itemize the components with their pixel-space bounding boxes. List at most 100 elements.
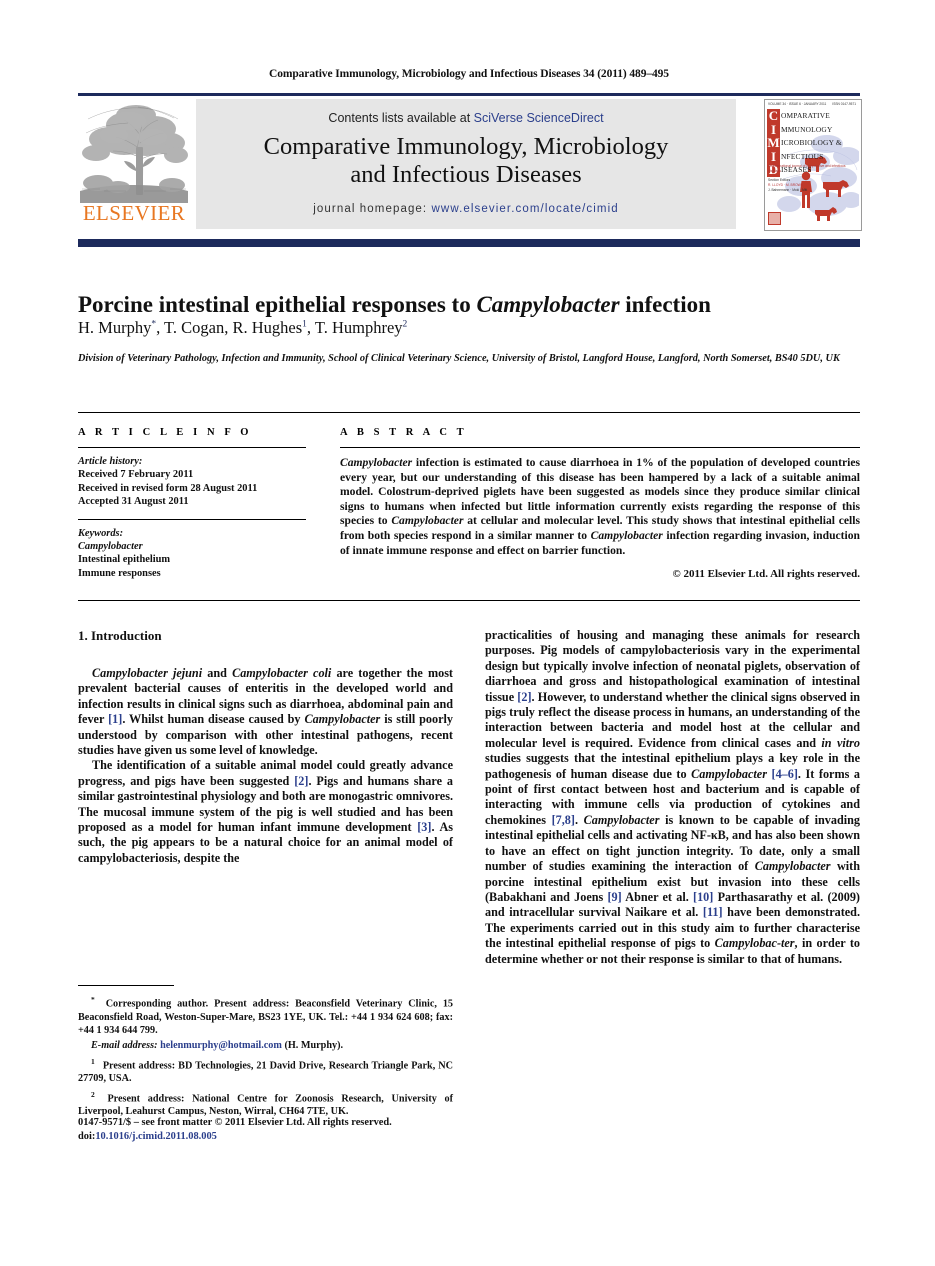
article-info-heading: A R T I C L E I N F O — [78, 427, 253, 438]
cover-letter-i2: I — [767, 149, 780, 163]
cover-word-infectious: NFECTIOUS — [781, 151, 824, 161]
title-part-2: infection — [619, 292, 711, 318]
journal-cover-thumbnail: VOLUME 34 · ISSUE 6 · JANUARY 2011 ISSN … — [764, 99, 862, 231]
abstract-italic-1: Campylobacter — [340, 456, 413, 469]
footnote-corresponding-author: * Corresponding author. Present address:… — [78, 993, 453, 1037]
italic-run: Campylobacter — [691, 766, 767, 781]
doi-label: doi: — [78, 1131, 96, 1142]
text-run: . However, to understand whether the cli… — [485, 689, 860, 750]
abstract-italic-3: Campylobacter — [590, 528, 663, 542]
author-1-mark: * — [151, 319, 157, 330]
italic-run: E-mail address: — [91, 1040, 158, 1052]
cover-issn: ISSN 0147-9571 — [832, 102, 856, 106]
abstract-panel-top-rule — [78, 412, 860, 413]
italic-run: Campylobacter coli — [232, 666, 332, 680]
abstract-column: A B S T R A C T Campylobacter infection … — [340, 427, 860, 580]
keyword-1: Campylobacter — [78, 541, 143, 553]
text-run: Abner et al. — [621, 889, 694, 904]
abstract-heading: A B S T R A C T — [340, 427, 468, 438]
email-link[interactable]: helenmurphy@hotmail.com — [160, 1040, 282, 1051]
abstract-italic-2: Campylobacter — [391, 514, 464, 528]
keywords-label: Keywords: — [78, 527, 124, 539]
footnote-1: 1 Present address: BD Technologies, 21 D… — [78, 1055, 453, 1086]
cover-publisher-mark — [768, 212, 781, 225]
cover-letter-c: C — [767, 108, 780, 123]
article-info-column: A R T I C L E I N F O Article history: R… — [78, 427, 306, 580]
journal-title-line-1: Comparative Immunology, Microbiology — [263, 133, 669, 160]
citation-link[interactable]: [4–6] — [772, 767, 798, 781]
text-run: . Whilst human disease caused by — [122, 712, 305, 727]
cover-letter-m: M — [767, 135, 780, 150]
footnote-email: E-mail address: helenmurphy@hotmail.com … — [78, 1039, 453, 1052]
footnote-2: 2 Present address: National Centre for Z… — [78, 1088, 453, 1119]
article-history-accepted: Accepted 31 August 2011 — [78, 496, 189, 508]
running-head: Comparative Immunology, Microbiology and… — [269, 68, 669, 80]
sciencedirect-link[interactable]: SciVerse ScienceDirect — [474, 111, 604, 125]
journal-homepage-line: journal homepage: www.elsevier.com/locat… — [196, 203, 736, 215]
article-info-rule — [78, 447, 306, 448]
italic-run: ter — [781, 936, 795, 951]
journal-masthead: ELSEVIER Contents lists available at Sci… — [78, 93, 862, 235]
footnote-marker: * — [91, 995, 95, 1004]
abstract-rule — [340, 447, 860, 448]
citation-link[interactable]: [2] — [294, 774, 308, 788]
abstract-copyright: © 2011 Elsevier Ltd. All rights reserved… — [672, 568, 860, 581]
author-4: T. Humphrey — [314, 318, 403, 337]
text-run: Present address: BD Technologies, 21 Dav… — [78, 1059, 454, 1085]
italic-run: Campylobacter — [754, 859, 831, 874]
abstract-panel-bottom-rule — [78, 600, 860, 601]
cover-word-comparative: OMPARATIVE — [781, 111, 830, 120]
text-run: (H. Murphy). — [281, 1040, 344, 1052]
footnote-separator-rule — [78, 985, 174, 986]
citation-link[interactable]: [11] — [703, 905, 723, 919]
footnote-marker: 2 — [91, 1089, 95, 1099]
text-run: Present address: National Centre for Zoo… — [78, 1092, 453, 1118]
masthead-bottom-bar — [78, 239, 860, 247]
article-history-label: Article history: — [78, 456, 143, 467]
journal-title-line-2: and Infectious Diseases — [350, 161, 582, 189]
article-history-block: Article history: Received 7 February 201… — [78, 455, 306, 509]
italic-run: Campylobacter — [583, 812, 660, 827]
cover-top-bar: VOLUME 34 · ISSUE 6 · JANUARY 2011 ISSN … — [765, 100, 859, 108]
cover-word-microbiology: ICROBIOLOGY & — [781, 138, 842, 147]
article-history-revised: Received in revised form 28 August 2011 — [78, 482, 258, 494]
author-list: H. Murphy*, T. Cogan, R. Hughes1, T. Hum… — [78, 318, 408, 337]
paragraph: Campylobacter jejuni and Campylobacter c… — [78, 666, 453, 758]
cover-editors: Section Editors R. LLOYD · M. BROWN J. B… — [768, 178, 828, 193]
citation-link[interactable]: [7,8] — [552, 813, 575, 827]
elsevier-tree-icon — [80, 99, 188, 203]
citation-link[interactable]: [2] — [517, 690, 531, 704]
cover-word-immunology: MMUNOLOGY — [781, 124, 833, 134]
journal-title: Comparative Immunology, Microbiology and… — [196, 133, 736, 190]
title-italic-genus: Campylobacter — [476, 292, 620, 318]
author-3: R. Hughes — [232, 318, 303, 337]
author-3-mark: 1 — [302, 319, 307, 330]
citation-link[interactable]: [3] — [417, 820, 431, 834]
paragraph: practicalities of housing and managing t… — [485, 628, 860, 967]
journal-homepage-link[interactable]: www.elsevier.com/locate/cimid — [432, 203, 619, 215]
citation-link[interactable]: [1] — [108, 712, 122, 726]
contents-lists-prefix: Contents lists available at — [328, 111, 474, 125]
italic-run: Campylobacter jejuni — [92, 666, 203, 680]
keyword-2: Intestinal epithelium — [78, 554, 171, 566]
section-heading-introduction: 1. Introduction — [78, 628, 162, 643]
title-part-1: Porcine intestinal epithelial responses … — [78, 292, 477, 318]
imprint-doi-line: doi:10.1016/j.cimid.2011.08.005 — [78, 1130, 453, 1144]
author-2: T. Cogan — [164, 318, 225, 337]
contents-lists-line: Contents lists available at SciVerse Sci… — [196, 111, 736, 125]
elsevier-wordmark: ELSEVIER — [82, 201, 186, 225]
body-column-right: practicalities of housing and managing t… — [485, 628, 860, 967]
author-4-mark: 2 — [402, 319, 408, 330]
article-history-received: Received 7 February 2011 — [78, 469, 194, 481]
cover-letter-i1: I — [767, 122, 780, 136]
text-run: and — [202, 666, 233, 680]
imprint-block: 0147-9571/$ – see front matter © 2011 El… — [78, 1116, 453, 1144]
doi-link[interactable]: 10.1016/j.cimid.2011.08.005 — [95, 1131, 217, 1142]
citation-link[interactable]: [10] — [693, 890, 713, 904]
author-1: H. Murphy — [78, 318, 152, 337]
footnote-block: * Corresponding author. Present address:… — [78, 985, 453, 1121]
italic-run: Campylobacter — [304, 712, 381, 727]
masthead-top-rule — [78, 93, 860, 96]
citation-link[interactable]: [9] — [608, 890, 622, 904]
paper-page: Comparative Immunology, Microbiology and… — [0, 0, 935, 1266]
